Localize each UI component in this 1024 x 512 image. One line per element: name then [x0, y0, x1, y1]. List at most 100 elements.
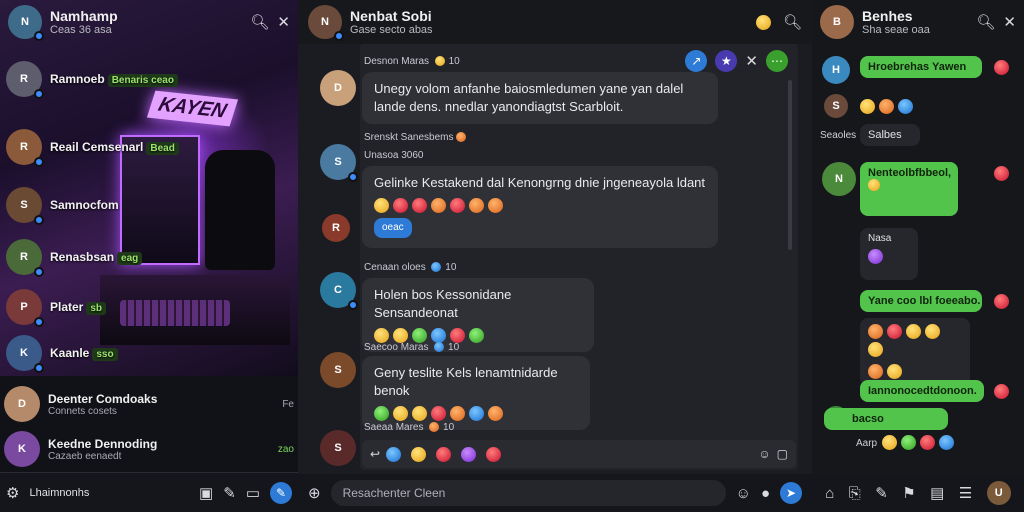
- star-icon[interactable]: ★: [715, 50, 738, 72]
- message-input[interactable]: Resachenter Cleen: [330, 480, 726, 506]
- message-author: Cenaan oloes: [364, 262, 426, 273]
- message-bubble: Yane coo lbl foeeabo.: [860, 290, 982, 312]
- conversation-list: D Deenter Comdoaks Connets cosets Fe K K…: [0, 376, 298, 472]
- list-item[interactable]: K Keedne Dennoding Cazaeb eenaedt zao: [4, 428, 294, 470]
- message-author: Saecoo Maras: [364, 342, 429, 353]
- attach-icon[interactable]: ⊕: [308, 484, 321, 502]
- chat-tag: Bead: [146, 141, 179, 155]
- message-bubble: Nenteolbfbbeol,: [860, 162, 958, 216]
- message-bubble: Unegy volom anfanhe baiosmledumen yane y…: [362, 72, 718, 124]
- settings-icon[interactable]: ⚙: [6, 484, 19, 502]
- more-icon[interactable]: ⋯: [766, 50, 788, 72]
- chat-item[interactable]: S Samnocfom: [0, 180, 298, 230]
- chat-item[interactable]: R Reail Cemsenarl Bead: [0, 122, 298, 172]
- thread-pane: B Benhes Sha seae oaa 🔍︎ ✕ H Hroebrehas …: [812, 0, 1024, 512]
- bookmark-icon[interactable]: ⚑: [902, 484, 915, 502]
- message-author: Srenskt Sanesbems: [364, 132, 454, 143]
- avatar: H: [822, 56, 850, 84]
- list-item-name: Deenter Comdoaks: [48, 391, 158, 406]
- close-icon[interactable]: ✕: [1003, 13, 1016, 31]
- edit-icon[interactable]: ✎: [223, 484, 236, 502]
- conversation-title: Nenbat Sobi: [350, 8, 432, 24]
- sub-label: Seaoles: [820, 130, 857, 141]
- thread-title: Benhes: [862, 8, 913, 24]
- message-bubble: bacso: [824, 408, 948, 430]
- reaction-icon[interactable]: [994, 294, 1009, 309]
- emoji-picker-icon[interactable]: ☺: [758, 447, 770, 461]
- list-item-name: Keedne Dennoding: [48, 436, 158, 451]
- avatar: S: [824, 94, 848, 118]
- message-meta: 10: [448, 342, 460, 353]
- chat-tag: sso: [92, 347, 118, 361]
- avatar: D: [320, 70, 356, 106]
- new-chat-button[interactable]: ✎: [270, 481, 292, 504]
- copy-icon[interactable]: ⎘: [849, 485, 861, 502]
- message-bubble: Holen bos Kessonidane Sensandeonat: [362, 278, 594, 352]
- message-text: Salbes: [868, 129, 902, 141]
- reply-chip[interactable]: oeac: [374, 218, 412, 238]
- chat-icon[interactable]: ▭: [246, 484, 260, 502]
- message-text: Holen bos Kessonidane Sensandeonat: [374, 287, 512, 320]
- reaction-icon[interactable]: [994, 384, 1009, 399]
- user-avatar[interactable]: U: [986, 481, 1011, 505]
- list-item[interactable]: D Deenter Comdoaks Connets cosets Fe: [4, 382, 294, 426]
- attach-icon[interactable]: ▢: [777, 447, 788, 461]
- book-icon[interactable]: ▤: [930, 484, 944, 502]
- link-icon[interactable]: ↗: [685, 50, 708, 72]
- chat-item[interactable]: K Kaanle sso: [0, 328, 298, 378]
- archive-icon[interactable]: ▣: [199, 484, 213, 502]
- emoji-icon[interactable]: [755, 14, 771, 30]
- reaction-icon[interactable]: [994, 166, 1009, 181]
- close-icon[interactable]: ✕: [277, 13, 290, 31]
- message-bubble: Salbes: [860, 124, 920, 146]
- list-item-sub: Cazaeb eenaedt: [48, 450, 122, 462]
- avatar: D: [4, 386, 40, 422]
- thread-subtitle: Sha seae oaa: [862, 24, 930, 36]
- message-bubble: Geny teslite Kels lenamtnidarde benok: [362, 356, 590, 430]
- chat-tag: sb: [86, 301, 107, 315]
- chat-tag: Benaris ceao: [107, 73, 178, 87]
- message-bubble: Iannonocedtdonoon.: [860, 380, 984, 402]
- avatar: R: [6, 129, 44, 167]
- meta-label: Aarp: [856, 438, 878, 449]
- thread-bottom-bar: ⌂ ⎘ ✎ ⚑ ▤ ☰ U: [812, 474, 1024, 512]
- mic-icon[interactable]: ●: [761, 485, 770, 502]
- message-meta: 10: [445, 262, 457, 273]
- emoji-icon[interactable]: ☺: [736, 485, 751, 502]
- avatar: K: [4, 431, 40, 467]
- contact-avatar[interactable]: N: [308, 5, 344, 41]
- app-title: Namhamp: [50, 8, 118, 24]
- scrollbar[interactable]: [788, 80, 792, 250]
- avatar: K: [6, 335, 44, 373]
- avatar: R: [6, 61, 44, 99]
- search-icon[interactable]: 🔍︎: [250, 13, 269, 31]
- conversation-header: N Nenbat Sobi Gase secto abas 🔍︎: [298, 0, 812, 44]
- edit-icon[interactable]: ✎: [875, 484, 888, 502]
- thread-avatar[interactable]: B: [820, 5, 854, 39]
- send-button[interactable]: ➤: [780, 482, 802, 504]
- chat-name: Plater: [50, 299, 84, 314]
- avatar: C: [320, 272, 358, 310]
- bottom-label: Lhaimnonhs: [29, 486, 90, 499]
- reaction-list: [860, 318, 970, 386]
- message-input-placeholder: Resachenter Cleen: [342, 486, 446, 500]
- message-text: Gelinke Kestakend dal Kenongrng dnie jng…: [374, 175, 706, 190]
- chat-item[interactable]: R Ramnoeb Benaris ceao: [0, 54, 298, 104]
- reply-icon[interactable]: ↩: [370, 447, 380, 461]
- search-icon[interactable]: 🔍︎: [783, 13, 802, 31]
- profile-avatar[interactable]: N: [8, 5, 44, 41]
- pin-icon[interactable]: ✕: [745, 50, 758, 72]
- list-item-meta: Fe: [282, 398, 294, 410]
- search-icon[interactable]: 🔍︎: [976, 13, 995, 31]
- reaction-icon[interactable]: [994, 60, 1009, 75]
- chat-name: Ramnoeb: [50, 71, 105, 86]
- avatar: R: [6, 239, 44, 277]
- message-meta: Unasoa 3060: [364, 150, 424, 161]
- menu-icon[interactable]: ☰: [959, 484, 972, 502]
- avatar: S: [6, 187, 44, 225]
- app-subtitle: Ceas 36 asa: [50, 24, 112, 36]
- chat-item[interactable]: R Renasbsan eag: [0, 232, 298, 282]
- chat-item[interactable]: P Plater sb: [0, 282, 298, 332]
- left-header: N Namhamp Ceas 36 asa 🔍︎ ✕: [0, 0, 298, 44]
- home-icon[interactable]: ⌂: [825, 485, 834, 502]
